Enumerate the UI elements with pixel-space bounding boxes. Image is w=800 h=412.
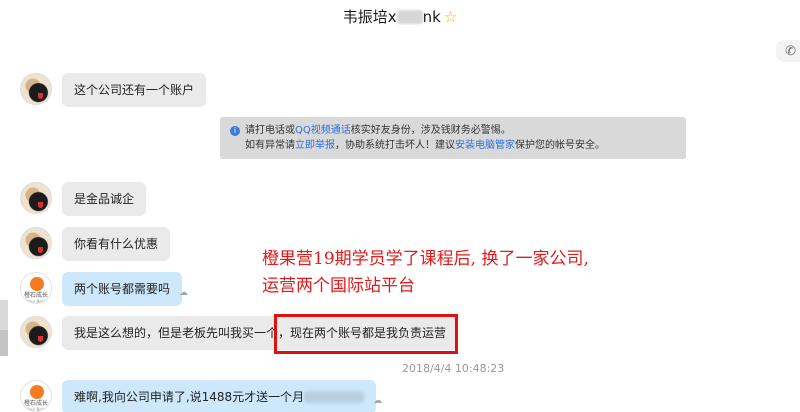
logo-tagline: Your Best bbox=[26, 299, 46, 304]
notice-line-2: 如有异常请立即举报，协助系统打击坏人！建议安装电脑管家保护您的帐号安全。 bbox=[230, 138, 676, 153]
contact-avatar[interactable] bbox=[20, 182, 52, 214]
highlight-box bbox=[274, 314, 458, 354]
contact-avatar[interactable] bbox=[20, 227, 52, 259]
logo-name: 橙石成长 bbox=[23, 400, 48, 407]
report-link[interactable]: 立即举报 bbox=[295, 140, 335, 151]
notice-line-1: i 请打电话或QQ视频通话核实好友身份，涉及钱财务必警惕。 bbox=[230, 123, 676, 138]
message-bubble[interactable]: 这个公司还有一个账户 bbox=[62, 73, 207, 107]
star-icon[interactable]: ☆ bbox=[444, 8, 457, 26]
bubble-decoration-icon: ☁ bbox=[373, 396, 383, 406]
message-text: 我是这么想的，但是老板先叫我买一个， bbox=[74, 326, 291, 340]
left-edge-panel-dark bbox=[0, 330, 8, 356]
logo-name: 橙石成长 bbox=[23, 292, 48, 299]
install-manager-link[interactable]: 安装电脑管家 bbox=[455, 140, 515, 151]
video-call-link[interactable]: QQ视频通话 bbox=[295, 125, 351, 136]
message-bubble[interactable]: 你看有什么优惠 bbox=[62, 227, 171, 261]
chat-title-suffix: nk bbox=[422, 8, 441, 26]
orange-logo-icon bbox=[30, 277, 44, 291]
orange-logo-icon bbox=[30, 385, 44, 399]
notice-text: 请打电话或 bbox=[245, 125, 295, 136]
security-notice: i 请打电话或QQ视频通话核实好友身份，涉及钱财务必警惕。 如有异常请立即举报，协… bbox=[220, 117, 686, 159]
logo-tagline: Your Best bbox=[26, 407, 46, 412]
message-bubble[interactable]: 难啊,我向公司申请了,说1488元才送一个月 ☁ bbox=[62, 380, 382, 412]
notice-text: 如有异常请 bbox=[245, 140, 295, 151]
annotation-line-1: 橙果营19期学员学了课程后, 换了一家公司, bbox=[262, 249, 589, 269]
chat-title-text: 韦振培x bbox=[342, 8, 397, 26]
contact-avatar[interactable] bbox=[20, 316, 52, 348]
self-avatar[interactable]: 橙石成长 Your Best bbox=[20, 272, 52, 304]
message-bubble[interactable]: 两个账号都需要吗 ☁ bbox=[62, 272, 188, 306]
bubble-decoration-icon: ☁ bbox=[179, 288, 189, 298]
contact-avatar[interactable] bbox=[20, 73, 52, 105]
title-bar: 韦振培x nk ☆ bbox=[0, 0, 800, 32]
message-timestamp: 2018/4/4 10:48:23 bbox=[402, 362, 505, 375]
phone-icon[interactable]: ✆ bbox=[785, 44, 796, 59]
notice-text: 核实好友身份，涉及钱财务必警惕。 bbox=[350, 125, 511, 136]
info-icon: i bbox=[230, 126, 240, 136]
annotation-line-2: 运营两个国际站平台 bbox=[262, 276, 415, 296]
self-avatar[interactable]: 橙石成长 Your Best bbox=[20, 380, 52, 412]
message-bubble[interactable]: 是金品诚企 bbox=[62, 182, 147, 216]
chat-title: 韦振培x nk ☆ bbox=[0, 6, 800, 27]
notice-text: ，协助系统打击坏人！建议 bbox=[335, 140, 455, 151]
red-annotation: 橙果营19期学员学了课程后, 换了一家公司, 运营两个国际站平台 bbox=[262, 246, 589, 300]
message-text: 难啊,我向公司申请了,说1488元才送一个月 bbox=[74, 390, 305, 404]
message-text: 两个账号都需要吗 bbox=[74, 282, 171, 296]
notice-text: 保护您的帐号安全。 bbox=[515, 140, 605, 151]
redacted-text bbox=[304, 391, 365, 403]
redacted-name bbox=[396, 10, 423, 24]
